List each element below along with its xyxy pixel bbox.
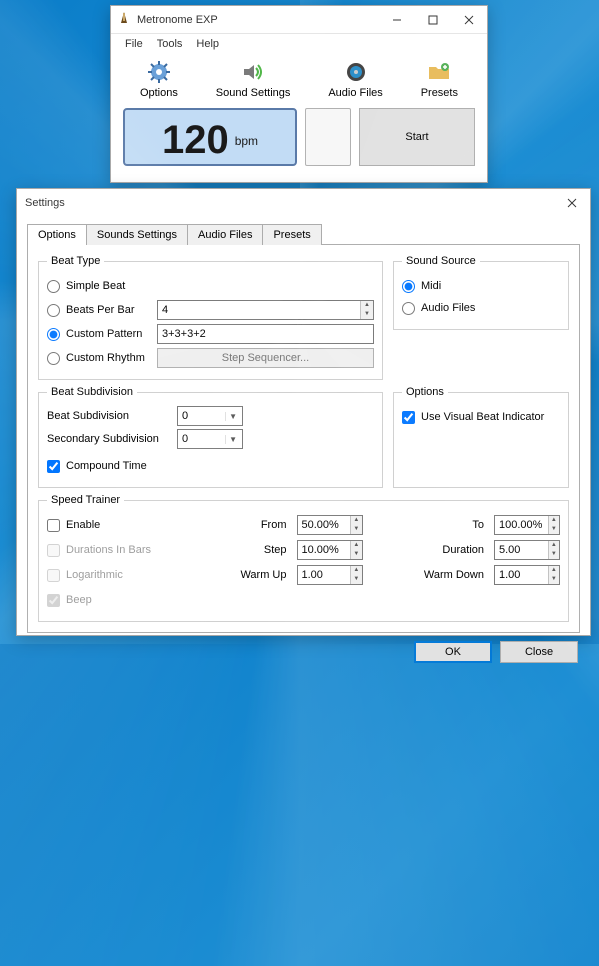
speed-trainer-legend: Speed Trainer — [47, 494, 124, 506]
from-label: From — [211, 519, 293, 531]
chevron-down-icon: ▼ — [225, 412, 240, 421]
radio-custom-rhythm[interactable]: Custom Rhythm — [47, 347, 157, 369]
tab-options[interactable]: Options — [27, 224, 87, 245]
beat-type-group: Beat Type Simple Beat Beats Per Bar ▲▼ C… — [38, 255, 383, 380]
warmdown-input[interactable]: ▲▼ — [494, 565, 560, 585]
menu-tools[interactable]: Tools — [151, 36, 189, 52]
settings-titlebar: Settings — [17, 189, 590, 217]
ok-button[interactable]: OK — [414, 641, 492, 663]
app-icon — [117, 11, 131, 28]
beat-subdivision-group: Beat Subdivision Beat Subdivision 0▼ Sec… — [38, 386, 383, 488]
metronome-main-window: Metronome EXP File Tools Help Options So… — [110, 5, 488, 183]
beats-per-bar-input[interactable]: ▲▼ — [157, 300, 374, 320]
beat-type-legend: Beat Type — [47, 255, 104, 267]
step-input[interactable]: ▲▼ — [297, 540, 363, 560]
step-sequencer-button: Step Sequencer... — [157, 348, 374, 368]
tempo-unit: bpm — [235, 134, 258, 148]
tempo-value: 120 — [162, 110, 229, 170]
step-label: Step — [211, 544, 293, 556]
beat-subdivision-select[interactable]: 0▼ — [177, 406, 243, 426]
toolbar-presets-label: Presets — [421, 87, 458, 99]
beat-subdivision-legend: Beat Subdivision — [47, 386, 137, 398]
from-input[interactable]: ▲▼ — [297, 515, 363, 535]
radio-simple-beat[interactable]: Simple Beat — [47, 275, 157, 297]
radio-custom-pattern[interactable]: Custom Pattern — [47, 323, 157, 345]
toolbar-audio-label: Audio Files — [328, 87, 382, 99]
gear-icon — [146, 59, 172, 85]
settings-window: Settings Options Sounds Settings Audio F… — [16, 188, 591, 636]
toolbar-audio-files[interactable]: Audio Files — [323, 56, 387, 102]
settings-close-button[interactable] — [554, 189, 590, 217]
close-dialog-button[interactable]: Close — [500, 641, 578, 663]
close-button[interactable] — [451, 6, 487, 34]
check-compound-time[interactable]: Compound Time — [47, 455, 374, 477]
minimize-button[interactable] — [379, 6, 415, 34]
options-panel: Beat Type Simple Beat Beats Per Bar ▲▼ C… — [27, 244, 580, 633]
check-enable[interactable]: Enable — [47, 514, 165, 536]
radio-audio-files[interactable]: Audio Files — [402, 297, 560, 319]
warmup-input[interactable]: ▲▼ — [297, 565, 363, 585]
speed-trainer-group: Speed Trainer Enable From ▲▼ To ▲▼ Durat… — [38, 494, 569, 622]
start-button[interactable]: Start — [359, 108, 475, 166]
radio-midi[interactable]: Midi — [402, 275, 560, 297]
menubar: File Tools Help — [111, 34, 487, 56]
check-visual-indicator[interactable]: Use Visual Beat Indicator — [402, 406, 560, 428]
check-logarithmic: Logarithmic — [47, 564, 165, 586]
toolbar-presets[interactable]: Presets — [416, 56, 463, 102]
maximize-button[interactable] — [415, 6, 451, 34]
tabstrip: Options Sounds Settings Audio Files Pres… — [27, 223, 580, 244]
tab-presets[interactable]: Presets — [262, 224, 321, 245]
options-group: Options Use Visual Beat Indicator — [393, 386, 569, 488]
main-title: Metronome EXP — [137, 14, 218, 26]
main-titlebar: Metronome EXP — [111, 6, 487, 34]
check-durations-in-bars: Durations In Bars — [47, 539, 165, 561]
warmdown-label: Warm Down — [408, 569, 490, 581]
speaker-icon — [240, 59, 266, 85]
tab-sounds-settings[interactable]: Sounds Settings — [86, 224, 188, 245]
secondary-subdivision-label: Secondary Subdivision — [47, 433, 177, 445]
duration-input[interactable]: ▲▼ — [494, 540, 560, 560]
beat-subdivision-label: Beat Subdivision — [47, 410, 177, 422]
to-input[interactable]: ▲▼ — [494, 515, 560, 535]
start-button-label: Start — [405, 131, 428, 143]
sound-source-group: Sound Source Midi Audio Files — [393, 255, 569, 330]
sound-source-legend: Sound Source — [402, 255, 480, 267]
disc-icon — [343, 59, 369, 85]
chevron-down-icon: ▼ — [225, 435, 240, 444]
toolbar-options-label: Options — [140, 87, 178, 99]
to-label: To — [408, 519, 490, 531]
folder-plus-icon — [426, 59, 452, 85]
options-legend: Options — [402, 386, 448, 398]
custom-pattern-input[interactable] — [157, 324, 374, 344]
menu-file[interactable]: File — [119, 36, 149, 52]
warmup-label: Warm Up — [211, 569, 293, 581]
settings-title: Settings — [25, 197, 65, 209]
menu-help[interactable]: Help — [190, 36, 225, 52]
secondary-subdivision-select[interactable]: 0▼ — [177, 429, 243, 449]
toolbar: Options Sound Settings Audio Files Prese… — [111, 56, 487, 108]
radio-beats-per-bar[interactable]: Beats Per Bar — [47, 299, 157, 321]
duration-label: Duration — [408, 544, 490, 556]
toolbar-options[interactable]: Options — [135, 56, 183, 102]
tempo-display: 120 bpm — [123, 108, 297, 166]
beat-indicator-box — [305, 108, 351, 166]
tab-audio-files[interactable]: Audio Files — [187, 224, 263, 245]
check-beep: Beep — [47, 589, 165, 611]
toolbar-sound-settings[interactable]: Sound Settings — [211, 56, 296, 102]
toolbar-sound-label: Sound Settings — [216, 87, 291, 99]
